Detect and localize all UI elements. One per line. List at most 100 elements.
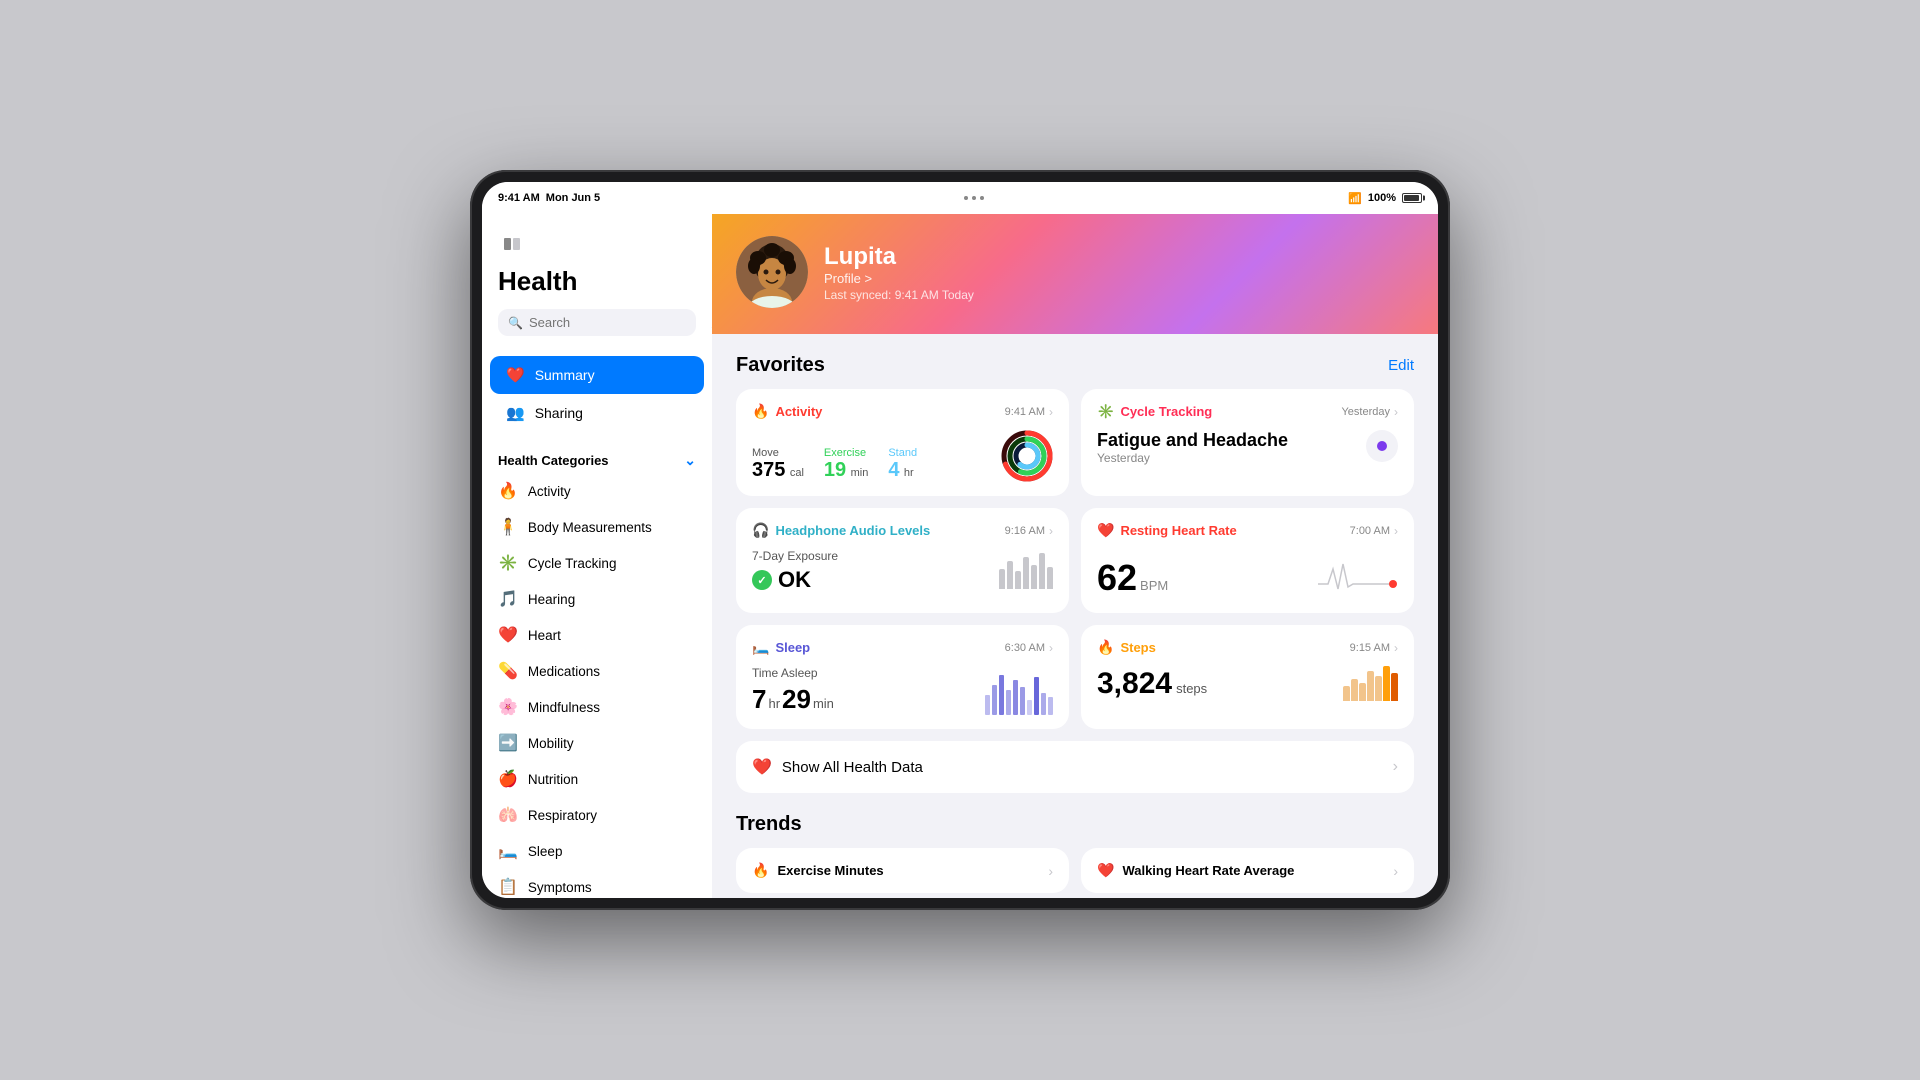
heart-cat-icon: ❤️	[498, 625, 518, 645]
dot-2	[972, 196, 976, 200]
cat-heart-label: Heart	[528, 628, 561, 643]
steps-chevron-icon: ›	[1394, 641, 1398, 655]
sidebar-item-summary[interactable]: ❤️ Summary	[490, 356, 704, 394]
cat-medications-label: Medications	[528, 664, 600, 679]
cycle-card-title: Cycle Tracking	[1120, 404, 1212, 419]
cat-hearing-label: Hearing	[528, 592, 575, 607]
hearing-cat-icon: 🎵	[498, 589, 518, 609]
exercise-label: Exercise	[824, 447, 868, 459]
trends-grid: 🔥 Exercise Minutes › ❤️ Walking Heart Ra…	[736, 848, 1414, 893]
trend-heart-chevron-icon: ›	[1393, 863, 1398, 879]
trend-exercise-card[interactable]: 🔥 Exercise Minutes ›	[736, 848, 1069, 893]
trends-title: Trends	[736, 813, 802, 836]
cat-body-label: Body Measurements	[528, 520, 652, 535]
status-date: Mon Jun 5	[546, 192, 600, 204]
cat-item-medications[interactable]: 💊 Medications	[482, 653, 712, 689]
stand-value: 4	[888, 459, 899, 481]
symptom-name: Fatigue and Headache	[1097, 430, 1288, 451]
sleep-chart	[985, 675, 1053, 715]
edit-button[interactable]: Edit	[1388, 357, 1414, 374]
ok-circle: ✓	[752, 570, 772, 590]
stand-metric: Stand 4 hr	[888, 447, 917, 482]
sleep-card-icon: 🛏️	[752, 639, 769, 656]
activity-card[interactable]: 🔥 Activity 9:41 AM › Move	[736, 389, 1069, 496]
cycle-cat-icon: ✳️	[498, 553, 518, 573]
search-input[interactable]	[529, 315, 705, 330]
main-content[interactable]: Lupita Profile > Last synced: 9:41 AM To…	[712, 214, 1438, 898]
battery-icon	[1402, 193, 1422, 203]
cat-mindfulness-label: Mindfulness	[528, 700, 600, 715]
sleep-hr-unit: hr	[768, 696, 780, 711]
profile-header: Lupita Profile > Last synced: 9:41 AM To…	[712, 214, 1438, 334]
move-value: 375	[752, 459, 785, 481]
sleep-content: Time Asleep 7 hr 29 min	[752, 666, 1053, 715]
medications-cat-icon: 💊	[498, 661, 518, 681]
search-bar[interactable]: 🔍 🎤	[498, 309, 696, 336]
cat-item-cycle[interactable]: ✳️ Cycle Tracking	[482, 545, 712, 581]
exercise-unit: min	[851, 467, 869, 479]
stand-unit: hr	[904, 467, 914, 479]
respiratory-cat-icon: 🫁	[498, 805, 518, 825]
cat-activity-label: Activity	[528, 484, 571, 499]
dot-1	[964, 196, 968, 200]
cat-item-hearing[interactable]: 🎵 Hearing	[482, 581, 712, 617]
cat-item-nutrition[interactable]: 🍎 Nutrition	[482, 761, 712, 797]
favorites-header: Favorites Edit	[736, 354, 1414, 377]
steps-card-icon: 🔥	[1097, 639, 1114, 656]
headphone-card-title: Headphone Audio Levels	[775, 523, 930, 538]
sidebar-toggle-button[interactable]	[498, 230, 526, 258]
steps-card[interactable]: 🔥 Steps 9:15 AM › 3,824	[1081, 625, 1414, 729]
profile-sync: Last synced: 9:41 AM Today	[824, 288, 974, 302]
activity-card-icon: 🔥	[752, 403, 769, 420]
cat-nutrition-label: Nutrition	[528, 772, 578, 787]
sleep-card[interactable]: 🛏️ Sleep 6:30 AM › Time Aslee	[736, 625, 1069, 729]
cycle-card-time: Yesterday	[1341, 406, 1390, 418]
cycle-tracking-card[interactable]: ✳️ Cycle Tracking Yesterday ›	[1081, 389, 1414, 496]
cat-cycle-label: Cycle Tracking	[528, 556, 617, 571]
categories-chevron: ⌄	[684, 452, 696, 469]
ok-badge: ✓ OK	[752, 567, 838, 593]
profile-link[interactable]: Profile >	[824, 271, 974, 286]
trend-heart-card[interactable]: ❤️ Walking Heart Rate Average ›	[1081, 848, 1414, 893]
steps-content: 3,824 steps	[1097, 666, 1398, 701]
mobility-cat-icon: ➡️	[498, 733, 518, 753]
cat-item-mobility[interactable]: ➡️ Mobility	[482, 725, 712, 761]
cat-sleep-label: Sleep	[528, 844, 563, 859]
exercise-metric: Exercise 19 min	[824, 447, 868, 482]
cat-item-respiratory[interactable]: 🫁 Respiratory	[482, 797, 712, 833]
cat-respiratory-label: Respiratory	[528, 808, 597, 823]
cat-item-mindfulness[interactable]: 🌸 Mindfulness	[482, 689, 712, 725]
cat-item-activity[interactable]: 🔥 Activity	[482, 473, 712, 509]
cat-item-body[interactable]: 🧍 Body Measurements	[482, 509, 712, 545]
sidebar-nav: ❤️ Summary 👥 Sharing	[482, 348, 712, 440]
cat-item-symptoms[interactable]: 📋 Symptoms	[482, 869, 712, 898]
heart-value: 62	[1097, 557, 1137, 599]
wifi-icon: 📶	[1348, 192, 1362, 205]
categories-title: Health Categories	[498, 453, 609, 468]
ipad-screen: 9:41 AM Mon Jun 5 📶 100%	[482, 182, 1438, 898]
sleep-hours: 7	[752, 684, 766, 715]
trend-exercise-icon: 🔥	[752, 862, 769, 879]
cat-item-sleep[interactable]: 🛏️ Sleep	[482, 833, 712, 869]
steps-card-time: 9:15 AM	[1350, 642, 1390, 654]
trend-exercise-label: Exercise Minutes	[777, 863, 883, 878]
ok-text: OK	[778, 567, 811, 593]
show-all-card[interactable]: ❤️ Show All Health Data ›	[736, 741, 1414, 793]
cards-grid: 🔥 Activity 9:41 AM › Move	[736, 389, 1414, 729]
resting-heart-card[interactable]: ❤️ Resting Heart Rate 7:00 AM ›	[1081, 508, 1414, 613]
move-label: Move	[752, 447, 804, 459]
categories-header: Health Categories ⌄	[482, 440, 712, 473]
move-metric: Move 375 cal	[752, 447, 804, 482]
app-content: Health 🔍 🎤 ❤️ Summary 👥 Sharing	[482, 214, 1438, 898]
sleep-min-unit: min	[813, 696, 834, 711]
headphone-card-time: 9:16 AM	[1005, 525, 1045, 537]
headphone-card[interactable]: 🎧 Headphone Audio Levels 9:16 AM ›	[736, 508, 1069, 613]
cat-item-heart[interactable]: ❤️ Heart	[482, 617, 712, 653]
body-cat-icon: 🧍	[498, 517, 518, 537]
sleep-card-time: 6:30 AM	[1005, 642, 1045, 654]
heart-card-icon: ❤️	[1097, 522, 1114, 539]
trends-header: Trends	[736, 813, 1414, 836]
sidebar-item-sharing[interactable]: 👥 Sharing	[490, 394, 704, 432]
move-unit: cal	[790, 467, 804, 479]
dot-3	[980, 196, 984, 200]
